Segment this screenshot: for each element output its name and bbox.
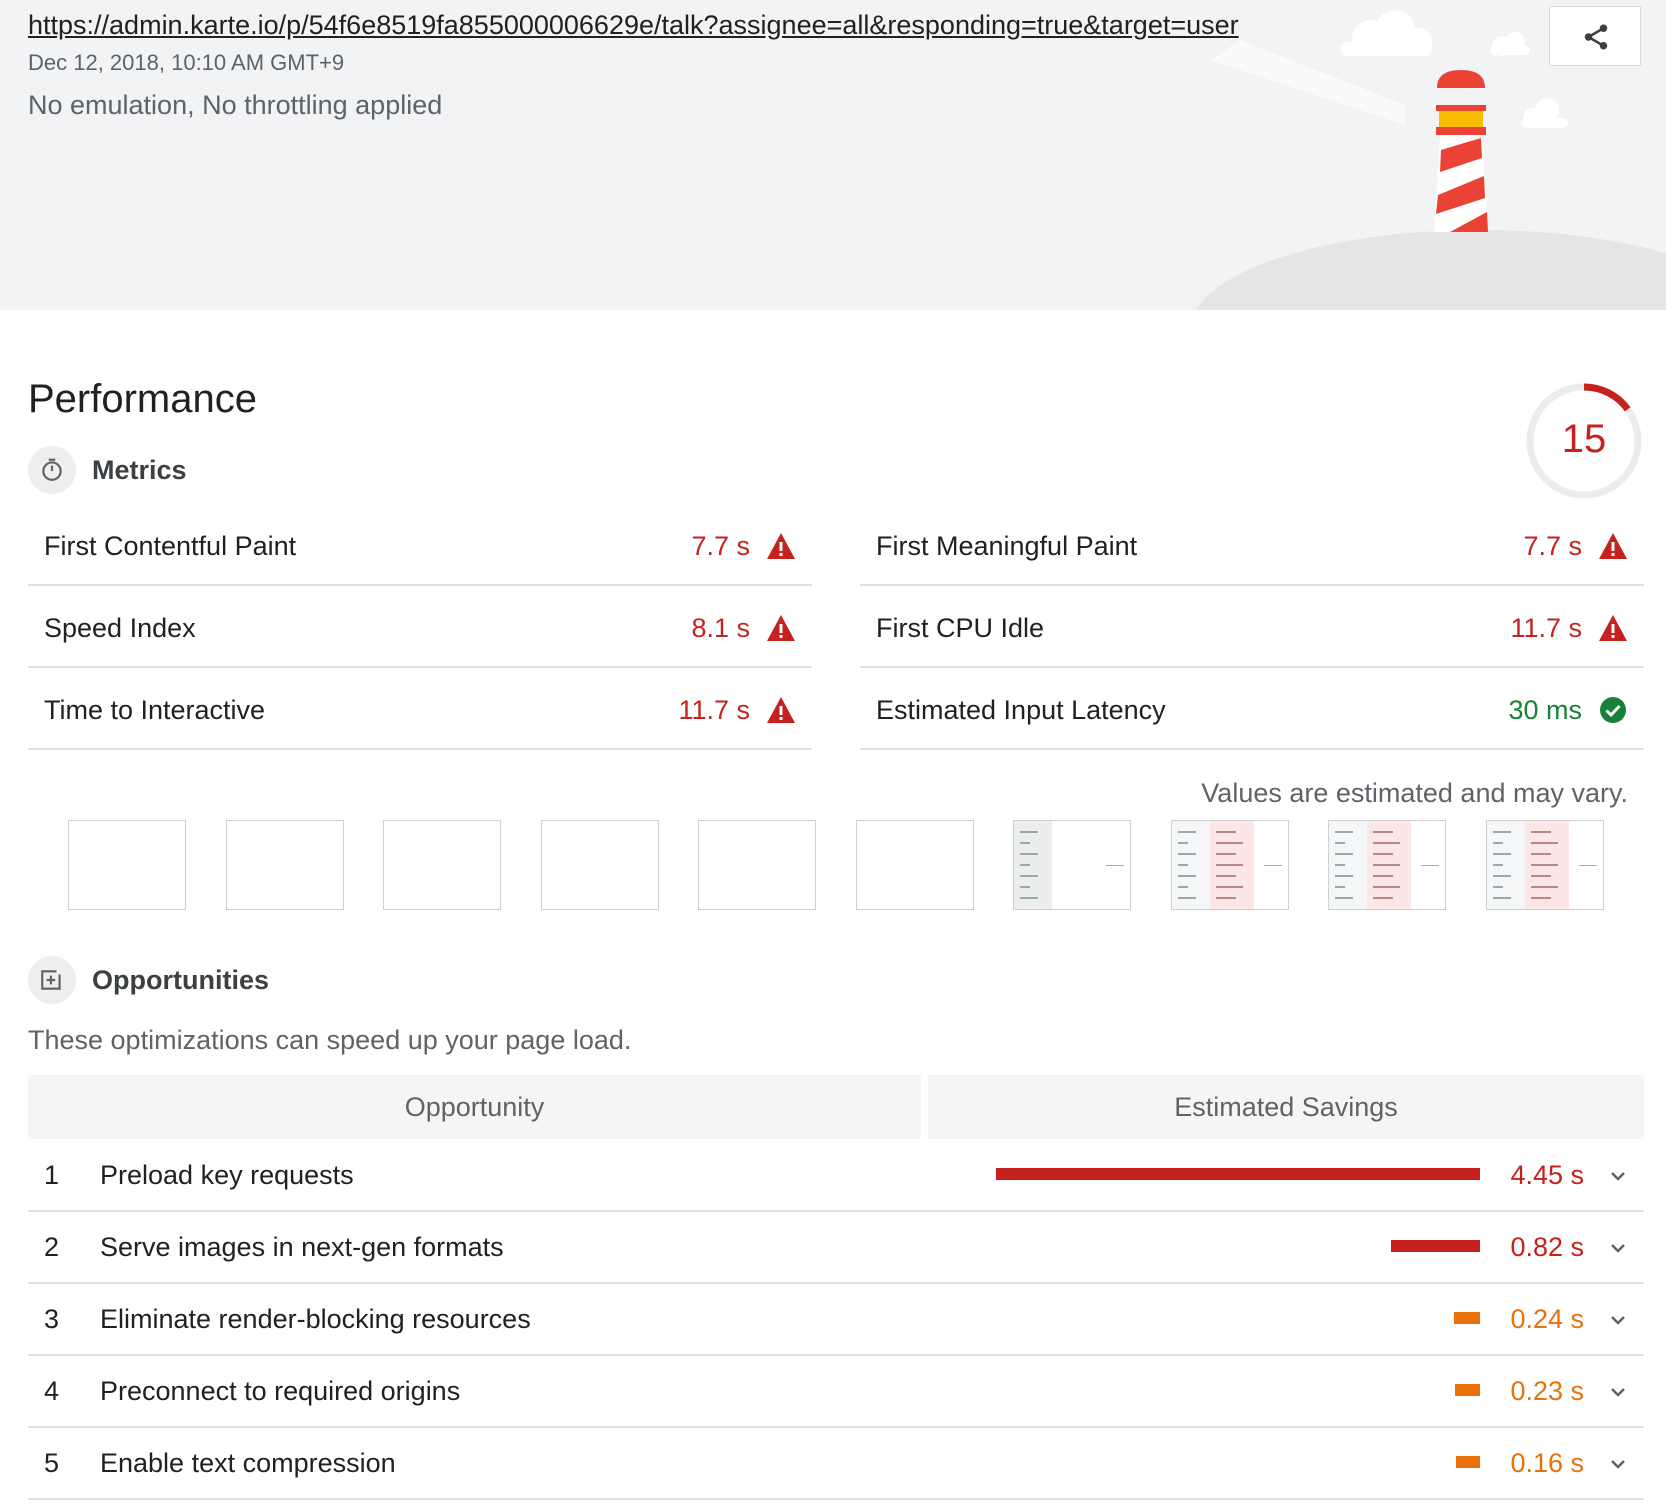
estimate-note: Values are estimated and may vary. [1201, 778, 1628, 808]
metric-row: Time to Interactive 11.7 s [28, 670, 812, 750]
metric-value: 7.7 s [1523, 531, 1582, 561]
metric-name: First CPU Idle [876, 613, 1045, 643]
metrics-header: Metrics [28, 446, 187, 494]
filmstrip-frame [68, 820, 186, 910]
emulation-info: No emulation, No throttling applied [28, 90, 443, 120]
metric-value: 11.7 s [678, 695, 750, 725]
stopwatch-icon [28, 446, 76, 494]
filmstrip-frame [383, 820, 501, 910]
opportunity-number: 5 [44, 1448, 60, 1478]
filmstrip-frame [225, 820, 344, 910]
performance-score: 15 [1561, 417, 1607, 461]
opportunity-row[interactable]: 1 Preload key requests 4.45 s [28, 1140, 1644, 1212]
opportunity-row[interactable]: 5 Enable text compression 0.16 s [28, 1428, 1644, 1500]
metric-name: Speed Index [44, 613, 196, 643]
savings-value: 0.16 s [1510, 1448, 1584, 1478]
metric-value: 30 ms [1508, 695, 1582, 725]
savings-bar [1455, 1384, 1480, 1396]
metric-value: 7.7 s [691, 531, 750, 561]
pass-check-icon [1600, 697, 1626, 723]
opportunity-title: Preconnect to required origins [100, 1376, 461, 1406]
savings-value: 4.45 s [1510, 1160, 1584, 1190]
share-button[interactable] [1549, 6, 1641, 66]
opportunities-description: These optimizations can speed up your pa… [28, 1025, 632, 1055]
page-url-link[interactable]: https://admin.karte.io/p/54f6e8519fa8550… [28, 10, 1239, 41]
savings-value: 0.23 s [1510, 1376, 1584, 1406]
filmstrip-frame [540, 820, 659, 910]
metric-value: 11.7 s [1510, 613, 1582, 643]
opportunity-number: 4 [44, 1376, 60, 1406]
fail-warning-icon [1599, 615, 1627, 641]
fail-warning-icon [1599, 533, 1627, 559]
metric-value: 8.1 s [691, 613, 750, 643]
filmstrip-frame [1485, 820, 1604, 910]
opportunities-header: Opportunities [28, 956, 269, 1004]
chevron-down-icon[interactable] [1606, 1164, 1630, 1188]
filmstrip-frame [1013, 820, 1131, 910]
metric-name: First Contentful Paint [44, 531, 297, 561]
report-header: https://admin.karte.io/p/54f6e8519fa8550… [0, 0, 1666, 310]
metric-name: First Meaningful Paint [876, 531, 1138, 561]
opportunity-title: Serve images in next-gen formats [100, 1232, 504, 1262]
opportunity-column-header: Opportunity [28, 1075, 921, 1139]
opportunity-title: Enable text compression [100, 1448, 396, 1478]
chevron-down-icon[interactable] [1606, 1452, 1630, 1476]
opportunity-number: 2 [44, 1232, 60, 1262]
opportunity-number: 1 [44, 1160, 60, 1190]
opportunity-row[interactable]: 4 Preconnect to required origins 0.23 s [28, 1356, 1644, 1428]
opportunity-icon [28, 956, 76, 1004]
savings-value: 0.24 s [1510, 1304, 1584, 1334]
opportunity-row[interactable]: 3 Eliminate render-blocking resources 0.24… [28, 1284, 1644, 1356]
savings-bar [1454, 1312, 1480, 1324]
savings-value: 0.82 s [1510, 1232, 1584, 1262]
savings-column-header: Estimated Savings [928, 1075, 1644, 1139]
chevron-down-icon[interactable] [1606, 1380, 1630, 1404]
share-icon [1584, 24, 1608, 50]
metric-name: Estimated Input Latency [876, 695, 1166, 725]
metric-row: Estimated Input Latency 30 ms [860, 670, 1644, 750]
filmstrip-frame [855, 820, 974, 910]
fail-warning-icon [767, 697, 795, 723]
savings-bar [1391, 1240, 1480, 1252]
metrics-label: Metrics [92, 454, 187, 485]
chevron-down-icon[interactable] [1606, 1236, 1630, 1260]
opportunity-title: Preload key requests [100, 1160, 354, 1190]
fail-warning-icon [767, 615, 795, 641]
filmstrip-frame [1170, 820, 1289, 910]
metric-name: Time to Interactive [44, 695, 266, 725]
savings-bar [1456, 1456, 1480, 1468]
chevron-down-icon[interactable] [1606, 1308, 1630, 1332]
opportunities-label: Opportunities [92, 964, 269, 995]
filmstrip-frame [1328, 820, 1446, 910]
metric-row: First Contentful Paint 7.7 s [28, 506, 812, 586]
metric-row: First CPU Idle 11.7 s [860, 588, 1644, 668]
opportunity-number: 3 [44, 1304, 60, 1334]
metric-row: Speed Index 8.1 s [28, 588, 812, 668]
metric-row: First Meaningful Paint 7.7 s [860, 506, 1644, 586]
opportunity-row[interactable]: 2 Serve images in next-gen formats 0.82 s [28, 1212, 1644, 1284]
fail-warning-icon [767, 533, 795, 559]
opportunity-title: Eliminate render-blocking resources [100, 1304, 531, 1334]
report-date: Dec 12, 2018, 10:10 AM GMT+9 [28, 50, 345, 75]
category-title: Performance [28, 377, 257, 421]
filmstrip-frame [698, 820, 816, 910]
savings-bar [996, 1168, 1480, 1180]
